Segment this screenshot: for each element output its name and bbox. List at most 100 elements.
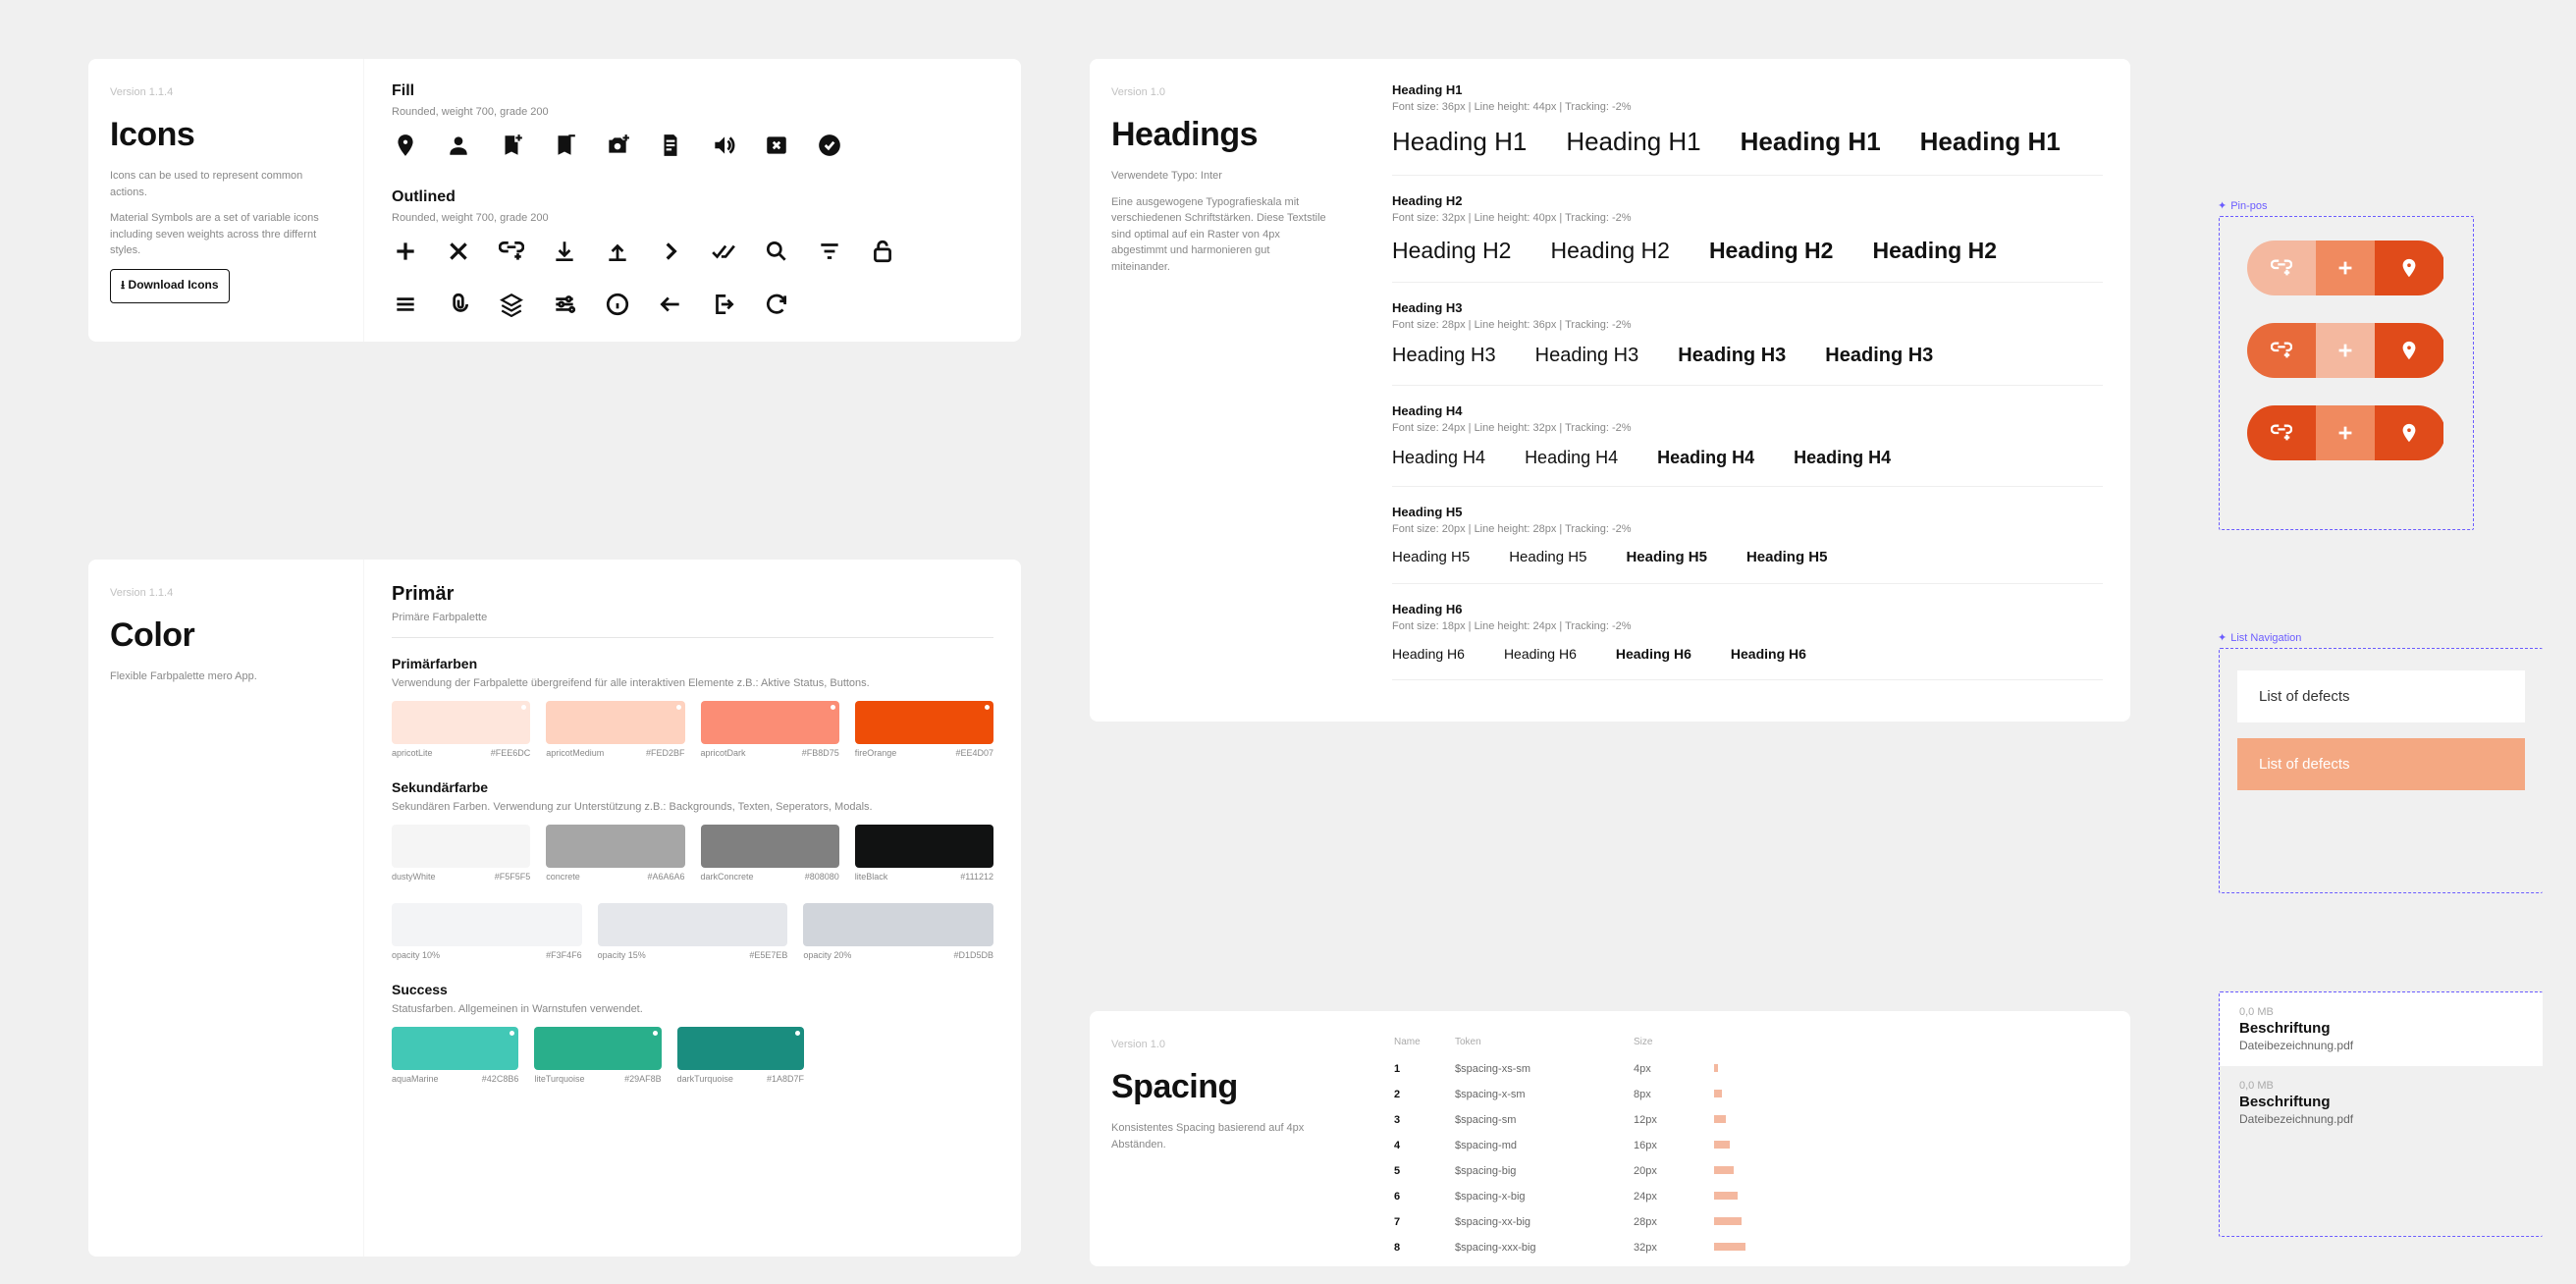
swatch: opacity 15%#E5E7EB	[598, 903, 788, 960]
heading-sample-bold: Heading H3	[1825, 345, 1933, 367]
th-token: Token	[1455, 1037, 1632, 1055]
heading-label: Heading H4	[1392, 403, 2103, 418]
sekundar-title: Sekundärfarbe	[392, 779, 993, 795]
heading-meta: Font size: 28px | Line height: 36px | Tr…	[1392, 319, 2103, 331]
outlined-icon-grid	[392, 238, 902, 318]
entry-title: Beschriftung	[2239, 1020, 2523, 1037]
swatch-hex: #D1D5DB	[953, 950, 993, 960]
swatch: dustyWhite#F5F5F5	[392, 825, 530, 882]
pin-pos-frame: Pin-pos	[2219, 216, 2474, 530]
heading-sample-regular: Heading H1	[1392, 127, 1527, 157]
swatch-name: apricotDark	[701, 748, 746, 758]
heading-meta: Font size: 20px | Line height: 28px | Tr…	[1392, 523, 2103, 535]
entry-file: Dateibezeichnung.pdf	[2239, 1112, 2523, 1126]
heading-sample-semibold: Heading H1	[1741, 127, 1881, 157]
sekundar-desc: Sekundären Farben. Verwendung zur Unters…	[392, 801, 993, 813]
refresh-icon	[763, 291, 790, 318]
headings-desc-2: Eine ausgewogene Typografieskala mit ver…	[1111, 194, 1327, 276]
success-swatch-row: aquaMarine#42C8B6 liteTurquoise#29AF8B d…	[392, 1027, 804, 1084]
icons-card: Version 1.1.4 Icons Icons can be used to…	[88, 59, 1021, 342]
heading-row: Heading H3 Font size: 28px | Line height…	[1392, 300, 2103, 386]
swatch-name: aquaMarine	[392, 1074, 439, 1084]
download-icons-button[interactable]: ⭳ Download Icons	[110, 269, 230, 303]
spacing-row: 6 $spacing-x-big 24px	[1394, 1185, 2101, 1208]
attachment-icon	[445, 291, 472, 318]
swatch: darkTurquoise#1A8D7F	[677, 1027, 804, 1084]
swatch: darkConcrete#808080	[701, 825, 839, 882]
arrow-left-icon	[657, 291, 684, 318]
lock-icon	[869, 238, 896, 265]
entry-item[interactable]: 0,0 MB Beschriftung Dateibezeichnung.pdf	[2220, 992, 2543, 1066]
entry-size: 0,0 MB	[2239, 1080, 2523, 1092]
heading-sample-semibold: Heading H6	[1616, 646, 1691, 662]
camera-add-icon	[604, 132, 631, 159]
pill-variant-2[interactable]	[2247, 323, 2445, 378]
pill-variant-3[interactable]	[2247, 405, 2445, 460]
heading-sample-semibold: Heading H2	[1709, 238, 1834, 264]
swatch: apricotDark#FB8D75	[701, 701, 839, 758]
list-item[interactable]: List of defects	[2237, 670, 2525, 722]
swatch-name: opacity 10%	[392, 950, 440, 960]
swatch-name: apricotLite	[392, 748, 433, 758]
swatch: apricotLite#FEE6DC	[392, 701, 530, 758]
secondary-swatch-row-2: opacity 10%#F3F4F6 opacity 15%#E5E7EB op…	[392, 903, 993, 960]
heading-meta: Font size: 18px | Line height: 24px | Tr…	[1392, 620, 2103, 632]
volume-icon	[710, 132, 737, 159]
swatch-hex: #111212	[960, 872, 993, 882]
plus-icon	[392, 238, 419, 265]
headings-right-pane: Heading H1 Font size: 36px | Line height…	[1365, 59, 2130, 722]
heading-sample-medium: Heading H5	[1509, 549, 1586, 565]
heading-label: Heading H5	[1392, 505, 2103, 519]
heading-sample-bold: Heading H1	[1920, 127, 2061, 157]
swatch-name: liteTurquoise	[534, 1074, 584, 1084]
primary-swatch-row: apricotLite#FEE6DC apricotMedium#FED2BF …	[392, 701, 993, 758]
th-name: Name	[1394, 1037, 1453, 1055]
color-card: Version 1.1.4 Color Flexible Farbpalette…	[88, 560, 1021, 1257]
heading-sample-regular: Heading H4	[1392, 448, 1485, 468]
heading-sample-medium: Heading H6	[1504, 646, 1577, 662]
link-add-icon	[498, 238, 525, 265]
swatch-name: darkTurquoise	[677, 1074, 733, 1084]
heading-row: Heading H6 Font size: 18px | Line height…	[1392, 602, 2103, 680]
swatch-name: concrete	[546, 872, 580, 882]
chevron-right-icon	[657, 238, 684, 265]
outlined-subtitle: Rounded, weight 700, grade 200	[392, 212, 993, 224]
fill-icon-grid	[392, 132, 902, 159]
heading-sample-semibold: Heading H3	[1678, 345, 1786, 367]
list-item-active[interactable]: List of defects	[2237, 738, 2525, 790]
heading-meta: Font size: 24px | Line height: 32px | Tr…	[1392, 422, 2103, 434]
search-icon	[763, 238, 790, 265]
spacing-row: 7 $spacing-xx-big 28px	[1394, 1210, 2101, 1234]
spacing-title: Spacing	[1111, 1068, 1343, 1106]
spacing-row: 1 $spacing-xs-sm 4px	[1394, 1057, 2101, 1081]
document-icon	[657, 132, 684, 159]
swatch: liteBlack #111212	[855, 825, 993, 882]
download-icon	[551, 238, 578, 265]
swatch-hex: #42C8B6	[482, 1074, 519, 1084]
headings-desc-1: Verwendete Typo: Inter	[1111, 168, 1327, 185]
filter-icon	[816, 238, 843, 265]
entry-item-alt[interactable]: 0,0 MB Beschriftung Dateibezeichnung.pdf	[2220, 1066, 2543, 1140]
success-desc: Statusfarben. Allgemeinen in Warnstufen …	[392, 1003, 993, 1015]
heading-sample-bold: Heading H2	[1872, 238, 1997, 264]
spacing-row: 3 $spacing-sm 12px	[1394, 1108, 2101, 1132]
primarfarben-title: Primärfarben	[392, 656, 993, 671]
info-icon	[604, 291, 631, 318]
swatch: fireOrange#EE4D07	[855, 701, 993, 758]
heading-sample-semibold: Heading H5	[1626, 549, 1707, 565]
icons-title: Icons	[110, 116, 342, 154]
swatch-hex: #F5F5F5	[495, 872, 531, 882]
swatch-hex: #EE4D07	[955, 748, 993, 758]
heading-sample-medium: Heading H2	[1550, 238, 1669, 264]
spacing-row: 2 $spacing-x-sm 8px	[1394, 1083, 2101, 1106]
heading-sample-bold: Heading H6	[1731, 646, 1806, 662]
swatch-name: liteBlack	[855, 872, 888, 882]
swatch: opacity 20%#D1D5DB	[803, 903, 993, 960]
done-all-icon	[710, 238, 737, 265]
swatch: aquaMarine #42C8B6	[392, 1027, 518, 1084]
primar-title: Primär	[392, 583, 993, 606]
pill-variant-1[interactable]	[2247, 241, 2445, 295]
spacing-desc: Konsistentes Spacing basierend auf 4px A…	[1111, 1120, 1327, 1152]
logout-icon	[710, 291, 737, 318]
heading-row: Heading H1 Font size: 36px | Line height…	[1392, 82, 2103, 176]
